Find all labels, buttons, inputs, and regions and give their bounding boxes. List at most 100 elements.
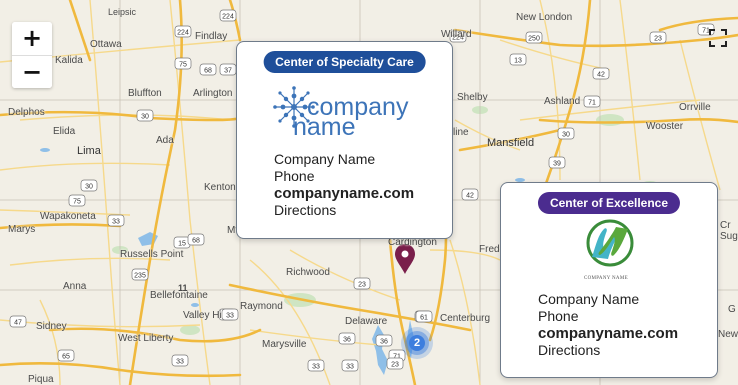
route-shield: 42	[461, 188, 479, 201]
company-name: Company Name	[538, 291, 640, 307]
svg-text:23: 23	[391, 362, 399, 369]
svg-text:36: 36	[343, 337, 351, 344]
place-label-richwood: Richwood	[286, 267, 330, 278]
route-shield: 75	[68, 194, 86, 207]
hands-logo-icon	[586, 219, 634, 267]
route-shield: 30	[80, 179, 98, 192]
svg-text:224: 224	[222, 14, 234, 21]
svg-text:33: 33	[346, 364, 354, 371]
place-label-findlay: Findlay	[195, 31, 228, 42]
route-shield: 33	[107, 214, 125, 227]
svg-text:13: 13	[514, 58, 522, 65]
svg-text:30: 30	[85, 184, 93, 191]
place-label-new: New	[718, 329, 738, 340]
svg-text:75: 75	[73, 199, 81, 206]
route-shield: 68	[187, 233, 205, 246]
badge-specialty-care: Center of Specialty Care	[263, 51, 426, 73]
zoom-out-button[interactable]: −	[12, 55, 52, 88]
route-shield: 47	[9, 315, 27, 328]
place-label-valley-hi: Valley Hi	[183, 310, 222, 321]
place-label-kalida: Kalida	[55, 55, 83, 66]
logo-word-name: name	[293, 113, 356, 141]
place-label-piqua: Piqua	[28, 374, 54, 385]
place-label-russells-point: Russells Point	[120, 249, 184, 260]
zoom-in-button[interactable]: +	[12, 22, 52, 55]
svg-text:23: 23	[654, 36, 662, 43]
location-card-specialty[interactable]: Center of Specialty Care company name Co…	[236, 41, 453, 239]
place-label-bluffton: Bluffton	[128, 88, 162, 99]
svg-text:61: 61	[420, 315, 428, 322]
company-name: Company Name	[274, 151, 376, 167]
route-shield: 36	[375, 334, 393, 347]
place-label-centerburg: Centerburg	[440, 313, 491, 324]
svg-text:71: 71	[588, 100, 596, 107]
svg-text:224: 224	[177, 30, 189, 37]
website-link[interactable]: companyname.com	[274, 185, 414, 202]
place-label-g: G	[728, 304, 736, 315]
route-shield: 224	[219, 9, 237, 22]
svg-text:47: 47	[14, 320, 22, 327]
route-shield: 33	[171, 354, 189, 367]
place-label-willard: Willard	[441, 29, 472, 40]
place-label-west-liberty: West Liberty	[118, 333, 174, 344]
route-shield: 68	[199, 63, 217, 76]
zoom-control: + −	[12, 22, 52, 88]
phone-link[interactable]: Phone	[538, 308, 678, 325]
company-logo: company name	[271, 84, 421, 140]
directions-link[interactable]: Directions	[538, 342, 678, 359]
route-shield: 65	[57, 349, 75, 362]
svg-text:42: 42	[466, 193, 474, 200]
place-label-eleven: 11	[178, 283, 188, 293]
svg-text:75: 75	[179, 62, 187, 69]
route-shield: 13	[509, 53, 527, 66]
place-label-marys: Marys	[8, 224, 36, 235]
place-label-delphos: Delphos	[8, 107, 45, 118]
svg-text:36: 36	[380, 339, 388, 346]
route-shield: 37	[219, 63, 237, 76]
route-shield: 75	[174, 57, 192, 70]
route-shield: 23	[649, 31, 667, 44]
svg-text:15: 15	[178, 241, 186, 248]
place-label-sidney: Sidney	[36, 321, 67, 332]
svg-text:39: 39	[553, 161, 561, 168]
svg-text:65: 65	[62, 354, 70, 361]
route-shield: 33	[341, 359, 359, 372]
website-link[interactable]: companyname.com	[538, 325, 678, 342]
logo-caption: COMPANY NAME	[584, 276, 628, 281]
place-label-wooster: Wooster	[646, 121, 684, 132]
place-label-line: line	[453, 127, 469, 138]
svg-text:33: 33	[176, 359, 184, 366]
svg-text:23: 23	[358, 282, 366, 289]
card-info: Company Name Phone companyname.com Direc…	[538, 291, 678, 359]
route-shield: 250	[525, 31, 543, 44]
map-pin[interactable]	[395, 244, 415, 274]
route-shield: 15	[173, 236, 191, 249]
place-label-wapakoneta: Wapakoneta	[40, 211, 96, 222]
place-label-shelby: Shelby	[457, 92, 488, 103]
route-shield: 23	[353, 277, 371, 290]
place-label-kenton: Kenton	[204, 182, 236, 193]
place-label-arlington: Arlington	[193, 88, 233, 99]
cluster-marker[interactable]: 2	[400, 326, 434, 360]
place-label-anna: Anna	[63, 281, 87, 292]
phone-link[interactable]: Phone	[274, 168, 414, 185]
map-canvas[interactable]: 224 224 75 68 37 30 30 15 65 75 33 235 47 33 33 36 23 71 2…	[0, 0, 738, 385]
directions-link[interactable]: Directions	[274, 202, 414, 219]
place-label-marysville: Marysville	[262, 339, 307, 350]
route-shield: 33	[307, 359, 325, 372]
svg-text:250: 250	[528, 36, 540, 43]
place-label-orrville: Orrville	[679, 102, 711, 113]
fullscreen-icon[interactable]	[708, 28, 728, 48]
place-label-ada: Ada	[156, 135, 174, 146]
svg-text:33: 33	[312, 364, 320, 371]
route-shield: 36	[338, 332, 356, 345]
svg-text:42: 42	[597, 72, 605, 79]
location-card-excellence[interactable]: Center of Excellence COMPANY NAME Compan…	[500, 182, 718, 378]
route-shield: 224	[174, 25, 192, 38]
place-label-sugar: Sug	[720, 231, 738, 242]
place-label-delaware: Delaware	[345, 316, 388, 327]
route-shield: 39	[548, 156, 566, 169]
place-label-ashland: Ashland	[544, 96, 581, 107]
svg-text:30: 30	[141, 114, 149, 121]
card-info: Company Name Phone companyname.com Direc…	[274, 151, 414, 219]
